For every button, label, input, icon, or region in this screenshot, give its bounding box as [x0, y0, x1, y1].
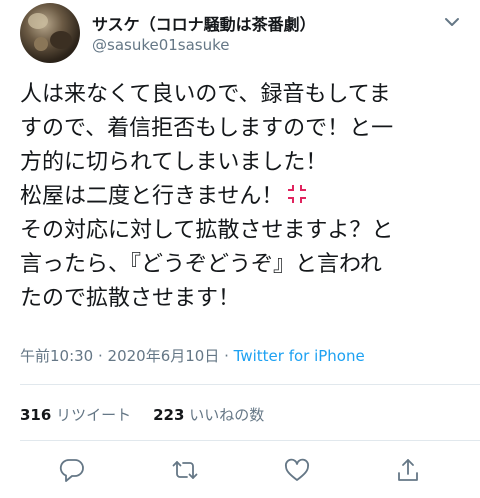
tweet-text-line: 方的に切られてしまいました！ — [20, 150, 328, 175]
tweet-text-line: その対応に対して拡散させますよ？と — [20, 218, 394, 243]
like-icon[interactable] — [283, 456, 311, 484]
tweet-text-line: すので、着信拒否もしますので！と一 — [20, 116, 394, 141]
like-count-value: 223 — [153, 406, 185, 424]
avatar[interactable] — [20, 3, 80, 63]
divider — [20, 384, 480, 385]
tweet-stats: 316 リツイート 223 いいねの数 — [20, 404, 264, 425]
tweet-actions — [0, 456, 480, 490]
tweet-text-line-with-emoji: 松屋は二度と行きません！ — [20, 180, 470, 214]
tweet-text: 人は来なくて良いので、録音もしてま すので、着信拒否もしますので！と一 方的に切… — [20, 78, 470, 316]
tweet-text-line: 言ったら、『どうぞどうぞ』と言われ — [20, 252, 382, 277]
tweet-text-line: 松屋は二度と行きません！ — [20, 184, 284, 209]
tweet-header: サスケ（コロナ騒動は茶番劇） @sasuke01sasuke — [0, 0, 480, 66]
retweet-count-value: 316 — [20, 406, 52, 424]
author-handle[interactable]: @sasuke01sasuke — [92, 36, 230, 54]
divider — [20, 440, 480, 441]
reply-icon[interactable] — [58, 456, 86, 484]
timestamp[interactable]: 午前10:30 · 2020年6月10日 · — [20, 347, 234, 365]
like-count-label: いいねの数 — [189, 406, 265, 424]
tweet-text-line: 人は来なくて良いので、録音もしてま — [20, 82, 391, 107]
like-count[interactable]: 223 いいねの数 — [153, 406, 264, 424]
tweet-text-line: たので拡散させます！ — [20, 286, 241, 311]
source-link[interactable]: Twitter for iPhone — [234, 347, 365, 365]
retweet-icon[interactable] — [171, 456, 199, 484]
retweet-count[interactable]: 316 リツイート — [20, 406, 131, 424]
retweet-count-label: リツイート — [56, 406, 132, 424]
share-icon[interactable] — [394, 456, 422, 484]
anger-emoji-icon — [285, 182, 309, 206]
chevron-down-icon[interactable] — [442, 12, 462, 32]
author-display-name[interactable]: サスケ（コロナ騒動は茶番劇） — [92, 11, 316, 35]
tweet-meta: 午前10:30 · 2020年6月10日 · Twitter for iPhon… — [20, 345, 365, 366]
